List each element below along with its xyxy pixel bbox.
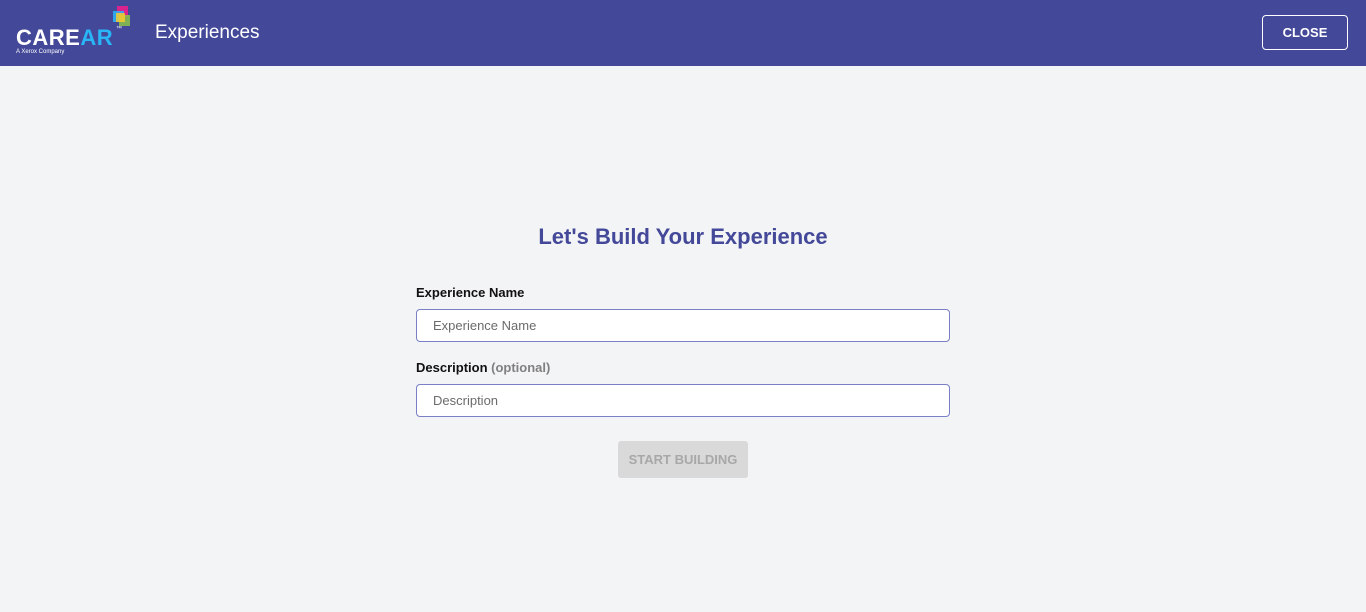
page-title: Experiences [155,22,260,43]
start-building-button[interactable]: START BUILDING [618,441,748,478]
logo-brand-part1: CARE [16,25,81,50]
description-input[interactable] [416,384,950,417]
carear-logo: CAREAR ™ A Xerox Company [15,6,135,58]
experience-name-input[interactable] [416,309,950,342]
form-heading: Let's Build Your Experience [538,224,828,249]
logo-wordmark: CAREAR [16,25,113,51]
optional-hint: (optional) [491,360,551,375]
description-label-row: Description (optional) [416,360,550,375]
logo-tagline: A Xerox Company [16,49,65,55]
logo-trademark: ™ [116,26,122,32]
experience-name-label: Experience Name [416,285,525,300]
close-button[interactable]: CLOSE [1262,15,1348,50]
top-bar: CAREAR ™ A Xerox Company Experiences CLO… [0,0,1366,66]
description-label: Description [416,360,488,375]
logo-brand-part2: AR [80,25,114,50]
